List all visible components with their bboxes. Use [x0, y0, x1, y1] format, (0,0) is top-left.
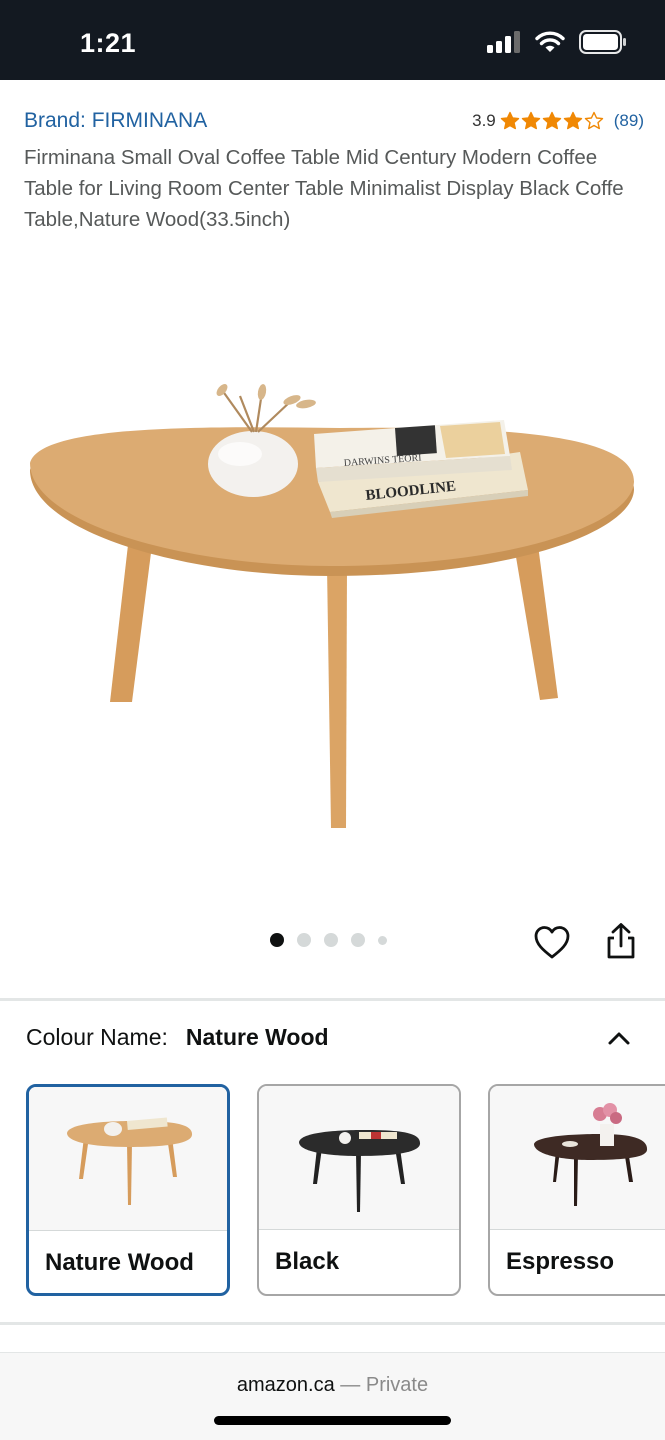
variation-selected-value: Nature Wood	[185, 1024, 329, 1050]
swatch-label: Nature Wood	[45, 1249, 194, 1276]
pagination-dot[interactable]	[351, 933, 365, 947]
section-divider	[0, 998, 665, 1001]
colour-swatches: Nature Wood Black Espresso	[26, 1084, 665, 1296]
address-bar[interactable]: amazon.ca — Private	[0, 1374, 665, 1397]
product-image[interactable]: BLOODLINE DARWINS TEORI	[0, 330, 665, 890]
pagination-dot[interactable]	[324, 933, 338, 947]
star-icon	[521, 111, 540, 130]
review-count[interactable]: (89)	[614, 111, 644, 131]
star-icon	[542, 111, 561, 130]
star-icon	[563, 111, 582, 130]
pagination-dot[interactable]	[378, 935, 387, 945]
share-icon	[607, 923, 635, 959]
wifi-icon	[535, 31, 565, 52]
swatch-image	[29, 1087, 227, 1231]
swatch-espresso[interactable]: Espresso	[488, 1084, 665, 1296]
swatch-label: Black	[275, 1248, 340, 1275]
url-domain: amazon.ca	[236, 1374, 335, 1396]
status-time: 1:21	[80, 28, 137, 58]
brand-rating-row: Brand: FIRMINANA 3.9 (89)	[24, 104, 644, 138]
swatch-image	[490, 1086, 665, 1230]
star-rating	[500, 111, 604, 131]
status-icons	[487, 30, 627, 54]
star-icon	[500, 111, 519, 130]
variation-label: Colour Name:	[26, 1024, 168, 1050]
url-separator: —	[334, 1374, 366, 1396]
brand-link[interactable]: Brand: FIRMINANA	[24, 109, 207, 133]
pagination-dot[interactable]	[297, 933, 311, 947]
cellular-signal-icon	[487, 31, 520, 53]
status-bar: 1:21	[0, 0, 665, 80]
swatch-nature-wood[interactable]: Nature Wood	[26, 1084, 230, 1296]
wishlist-heart-button[interactable]	[533, 924, 571, 962]
heart-icon	[534, 926, 570, 959]
share-button[interactable]	[602, 922, 640, 962]
product-title: Firminana Small Oval Coffee Table Mid Ce…	[24, 146, 624, 231]
section-divider	[0, 1322, 665, 1325]
image-pagination	[270, 933, 387, 947]
battery-icon	[579, 30, 626, 54]
pagination-dot[interactable]	[270, 933, 284, 947]
star-icon	[584, 111, 603, 130]
product-header: Brand: FIRMINANA 3.9 (89) Firminana Smal…	[24, 104, 644, 235]
swatch-label: Espresso	[506, 1248, 615, 1275]
swatch-image	[259, 1086, 459, 1230]
private-mode-label: Private	[365, 1374, 429, 1396]
rating-summary[interactable]: 3.9 (89)	[472, 111, 644, 131]
swatch-black[interactable]: Black	[257, 1084, 461, 1296]
rating-value: 3.9	[472, 111, 496, 130]
home-indicator[interactable]	[214, 1416, 451, 1425]
chevron-up-icon[interactable]	[606, 1026, 632, 1052]
variation-header[interactable]: Colour Name: Nature Wood	[26, 1024, 636, 1051]
